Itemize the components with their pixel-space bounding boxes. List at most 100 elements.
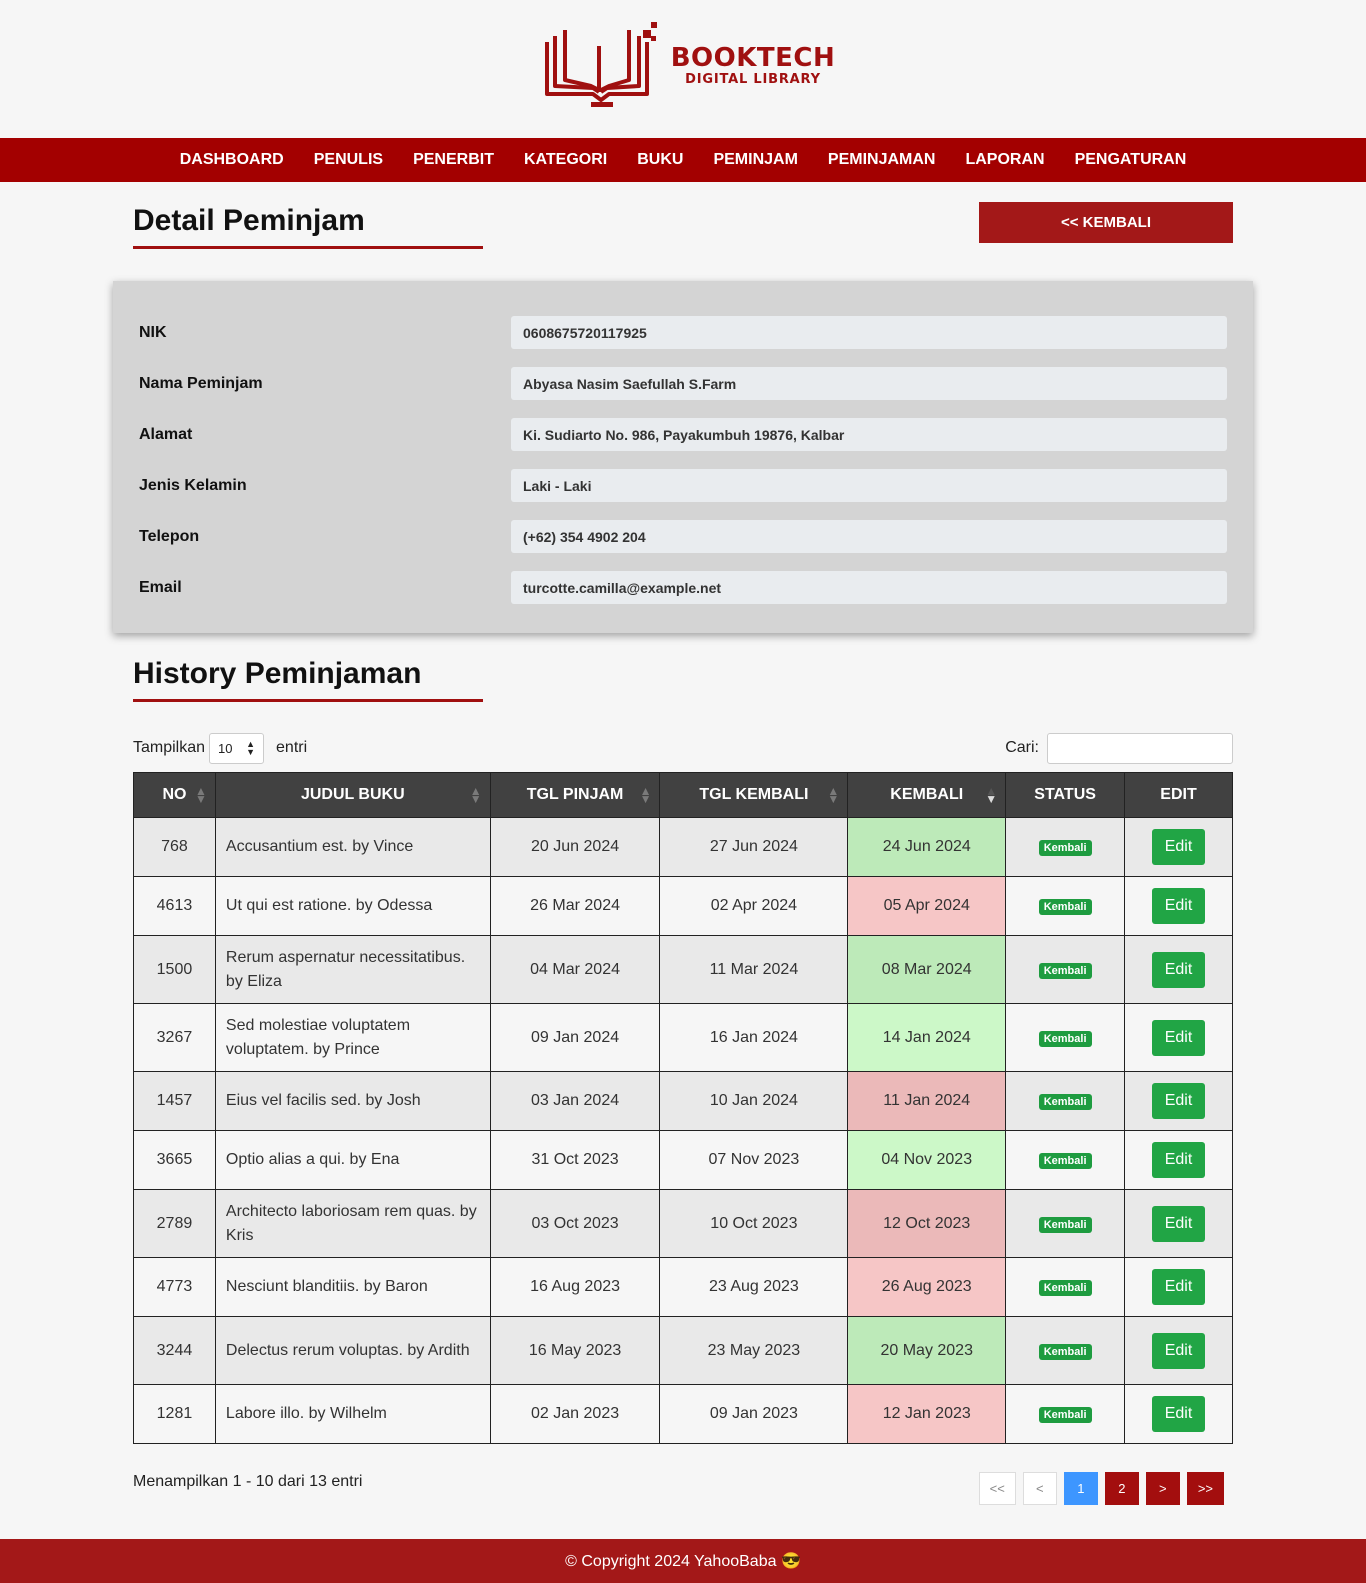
nik-label: NIK bbox=[139, 323, 167, 341]
nav-laporan[interactable]: LAPORAN bbox=[950, 151, 1059, 169]
logo[interactable]: BOOKTECH DIGITAL LIBRARY bbox=[543, 22, 836, 110]
cell-tgl-pinjam: 03 Jan 2024 bbox=[489, 1071, 661, 1131]
nav-penerbit[interactable]: PENERBIT bbox=[398, 151, 509, 169]
nama-label: Nama Peminjam bbox=[139, 374, 263, 392]
cell-tgl-kembali: 11 Mar 2024 bbox=[659, 935, 849, 1004]
cell-kembali: 05 Apr 2024 bbox=[847, 876, 1007, 936]
sort-icon: ▲ ▼ bbox=[639, 784, 652, 806]
edit-button[interactable]: Edit bbox=[1151, 1396, 1206, 1432]
nav-penulis[interactable]: PENULIS bbox=[299, 151, 398, 169]
page-prev-button[interactable]: < bbox=[1022, 1472, 1057, 1505]
page-first-button[interactable]: << bbox=[978, 1472, 1016, 1505]
cell-status: Kembali bbox=[1005, 1071, 1126, 1131]
page-2-button[interactable]: 2 bbox=[1104, 1472, 1139, 1505]
cell-edit: Edit bbox=[1124, 935, 1233, 1004]
col-judul-buku[interactable]: JUDUL BUKU ▲ ▼ bbox=[214, 772, 491, 818]
detail-row-nama: Nama Peminjam Abyasa Nasim Saefullah S.F… bbox=[139, 358, 1227, 409]
cell-tgl-pinjam: 03 Oct 2023 bbox=[489, 1189, 661, 1258]
cell-tgl-kembali: 07 Nov 2023 bbox=[659, 1130, 849, 1190]
detail-row-nik: NIK 0608675720117925 bbox=[139, 307, 1227, 358]
sort-icon: ▲ ▼ bbox=[827, 784, 840, 806]
cell-kembali: 26 Aug 2023 bbox=[847, 1257, 1007, 1317]
cell-status: Kembali bbox=[1005, 876, 1126, 936]
edit-button[interactable]: Edit bbox=[1151, 1083, 1206, 1119]
edit-button[interactable]: Edit bbox=[1151, 888, 1206, 924]
cell-no: 1500 bbox=[133, 935, 216, 1004]
borrower-detail-card: NIK 0608675720117925 Nama Peminjam Abyas… bbox=[113, 281, 1253, 633]
cell-kembali: 11 Jan 2024 bbox=[847, 1071, 1007, 1131]
entries-select[interactable]: 10 ▲ ▼ bbox=[209, 732, 265, 764]
edit-button[interactable]: Edit bbox=[1151, 1332, 1206, 1369]
title-underline bbox=[133, 246, 483, 249]
search-label: Cari: bbox=[1005, 739, 1039, 756]
cell-tgl-pinjam: 31 Oct 2023 bbox=[489, 1130, 661, 1190]
nav-peminjaman[interactable]: PEMINJAMAN bbox=[813, 151, 951, 169]
cell-edit: Edit bbox=[1124, 1003, 1233, 1072]
alamat-field: Ki. Sudiarto No. 986, Payakumbuh 19876, … bbox=[511, 418, 1227, 451]
cell-status: Kembali bbox=[1005, 817, 1126, 877]
cell-tgl-pinjam: 16 May 2023 bbox=[489, 1316, 661, 1385]
status-badge: Kembali bbox=[1038, 1094, 1092, 1110]
table-header-row: NO ▲ ▼ JUDUL BUKU ▲ ▼ TGL PINJAM ▲ ▼ TGL KEMBA… bbox=[133, 772, 1233, 818]
nama-field: Abyasa Nasim Saefullah S.Farm bbox=[511, 367, 1227, 400]
pagination: << < 1 2 > >> bbox=[978, 1472, 1224, 1505]
detail-row-email: Email turcotte.camilla@example.net bbox=[139, 562, 1227, 613]
cell-tgl-kembali: 23 May 2023 bbox=[659, 1316, 849, 1385]
page-1-button[interactable]: 1 bbox=[1063, 1472, 1098, 1505]
cell-no: 1457 bbox=[133, 1071, 216, 1131]
cell-tgl-pinjam: 16 Aug 2023 bbox=[489, 1257, 661, 1317]
back-button[interactable]: << KEMBALI bbox=[979, 202, 1233, 243]
cell-no: 3244 bbox=[133, 1316, 216, 1385]
jenis-kelamin-label: Jenis Kelamin bbox=[139, 476, 247, 494]
edit-button[interactable]: Edit bbox=[1151, 951, 1206, 988]
col-tgl-pinjam[interactable]: TGL PINJAM ▲ ▼ bbox=[489, 772, 661, 818]
table-row: 4613 Ut qui est ratione. by Odessa 26 Mar … bbox=[133, 876, 1233, 936]
edit-button[interactable]: Edit bbox=[1151, 1205, 1206, 1242]
nav-kategori[interactable]: KATEGORI bbox=[509, 151, 622, 169]
status-badge: Kembali bbox=[1038, 962, 1092, 979]
nav-buku[interactable]: BUKU bbox=[622, 151, 698, 169]
cell-tgl-pinjam: 02 Jan 2023 bbox=[489, 1384, 661, 1444]
status-badge: Kembali bbox=[1038, 1343, 1092, 1360]
cell-kembali: 08 Mar 2024 bbox=[847, 935, 1007, 1004]
cell-no: 2789 bbox=[133, 1189, 216, 1258]
copyright-text: © Copyright 2024 YahooBaba 😎 bbox=[565, 1553, 801, 1570]
book-monitor-icon bbox=[544, 22, 657, 107]
cell-tgl-pinjam: 09 Jan 2024 bbox=[489, 1003, 661, 1072]
cell-no: 4613 bbox=[133, 876, 216, 936]
nav-dashboard[interactable]: DASHBOARD bbox=[165, 151, 299, 169]
cell-tgl-kembali: 27 Jun 2024 bbox=[659, 817, 849, 877]
cell-tgl-kembali: 09 Jan 2023 bbox=[659, 1384, 849, 1444]
cell-judul-buku: Labore illo. by Wilhelm bbox=[214, 1384, 491, 1444]
cell-status: Kembali bbox=[1005, 1257, 1126, 1317]
telepon-field: (+62) 354 4902 204 bbox=[511, 520, 1227, 553]
col-kembali[interactable]: KEMBALI ▲ ▼ bbox=[847, 772, 1007, 818]
page-last-button[interactable]: >> bbox=[1186, 1472, 1224, 1505]
page-next-button[interactable]: > bbox=[1145, 1472, 1180, 1505]
cell-judul-buku: Accusantium est. by Vince bbox=[214, 817, 491, 877]
email-field: turcotte.camilla@example.net bbox=[511, 571, 1227, 604]
edit-button[interactable]: Edit bbox=[1151, 1142, 1206, 1178]
cell-judul-buku: Nesciunt blanditiis. by Baron bbox=[214, 1257, 491, 1317]
table-row: 1500 Rerum aspernatur necessitatibus. by … bbox=[133, 935, 1233, 1004]
col-no[interactable]: NO ▲ ▼ bbox=[133, 772, 216, 818]
cell-edit: Edit bbox=[1124, 1189, 1233, 1258]
cell-edit: Edit bbox=[1124, 817, 1233, 877]
sort-icon: ▲ ▼ bbox=[469, 784, 482, 806]
cell-tgl-pinjam: 04 Mar 2024 bbox=[489, 935, 661, 1004]
status-badge: Kembali bbox=[1038, 1280, 1092, 1296]
cell-kembali: 14 Jan 2024 bbox=[847, 1003, 1007, 1072]
edit-button[interactable]: Edit bbox=[1151, 829, 1206, 865]
cell-no: 3665 bbox=[133, 1130, 216, 1190]
cell-status: Kembali bbox=[1005, 1189, 1126, 1258]
nav-pengaturan[interactable]: PENGATURAN bbox=[1060, 151, 1202, 169]
brand-title: BOOKTECH bbox=[670, 43, 836, 73]
cell-no: 3267 bbox=[133, 1003, 216, 1072]
search-input[interactable] bbox=[1047, 732, 1233, 764]
edit-button[interactable]: Edit bbox=[1151, 1019, 1206, 1056]
nav-peminjam[interactable]: PEMINJAM bbox=[698, 151, 812, 169]
col-tgl-kembali[interactable]: TGL KEMBALI ▲ ▼ bbox=[659, 772, 849, 818]
edit-button[interactable]: Edit bbox=[1151, 1269, 1206, 1305]
cell-no: 768 bbox=[133, 817, 216, 877]
cell-no: 4773 bbox=[133, 1257, 216, 1317]
